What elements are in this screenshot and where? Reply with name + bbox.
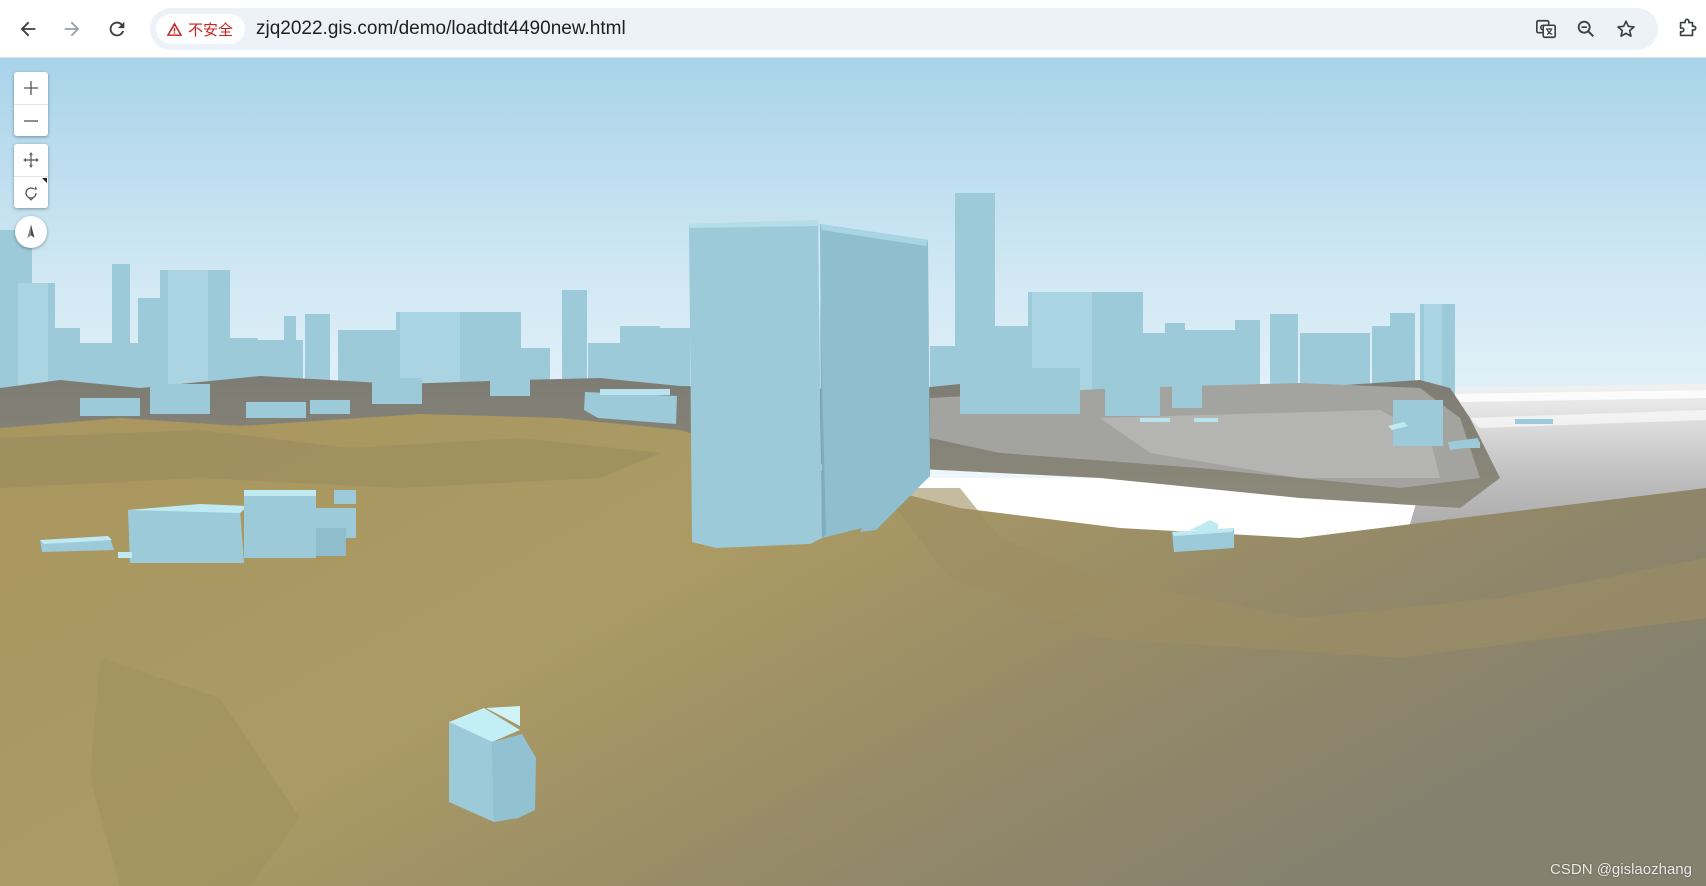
zoom-control	[14, 72, 48, 136]
puzzle-icon	[1679, 18, 1697, 37]
translate-button[interactable]: G	[1532, 15, 1560, 43]
translate-icon: G	[1536, 19, 1556, 39]
move-arrows-icon	[23, 152, 39, 168]
map-controls	[14, 72, 48, 248]
plus-icon	[24, 81, 38, 95]
rotate-button[interactable]	[14, 176, 48, 208]
map-viewport[interactable]: CSDN @gislaozhang	[0, 58, 1706, 886]
warning-triangle-icon	[166, 21, 183, 36]
reload-icon	[109, 21, 125, 37]
zoom-in-button[interactable]	[14, 72, 48, 104]
magnifier-icon	[1577, 20, 1595, 38]
rotate-icon	[25, 186, 38, 201]
corner-triangle-icon	[42, 178, 47, 183]
forward-button[interactable]	[54, 11, 90, 47]
3d-scene[interactable]	[0, 58, 1706, 886]
pan-button[interactable]	[14, 144, 48, 176]
zoom-out-button[interactable]	[14, 104, 48, 136]
arrow-left-icon	[20, 21, 36, 37]
security-label: 不安全	[188, 21, 234, 39]
watermark: CSDN @gislaozhang	[1550, 861, 1692, 878]
star-icon	[1617, 20, 1635, 37]
compass-needle-icon	[27, 224, 35, 238]
security-indicator[interactable]: 不安全	[156, 14, 246, 44]
reload-button[interactable]	[99, 11, 135, 47]
zoom-button[interactable]	[1572, 15, 1600, 43]
url-text[interactable]: zjq2022.gis.com/demo/loadtdt4490new.html	[256, 8, 626, 50]
address-bar[interactable]: 不安全 zjq2022.gis.com/demo/loadtdt4490new.…	[150, 8, 1658, 50]
compass-button[interactable]	[15, 216, 47, 248]
minus-icon	[24, 119, 38, 122]
bookmark-button[interactable]	[1612, 15, 1640, 43]
arrow-right-icon	[64, 21, 80, 37]
navigation-control	[14, 144, 48, 208]
browser-toolbar: 不安全 zjq2022.gis.com/demo/loadtdt4490new.…	[0, 0, 1706, 58]
back-button[interactable]	[10, 11, 46, 47]
extensions-button[interactable]	[1672, 14, 1702, 44]
